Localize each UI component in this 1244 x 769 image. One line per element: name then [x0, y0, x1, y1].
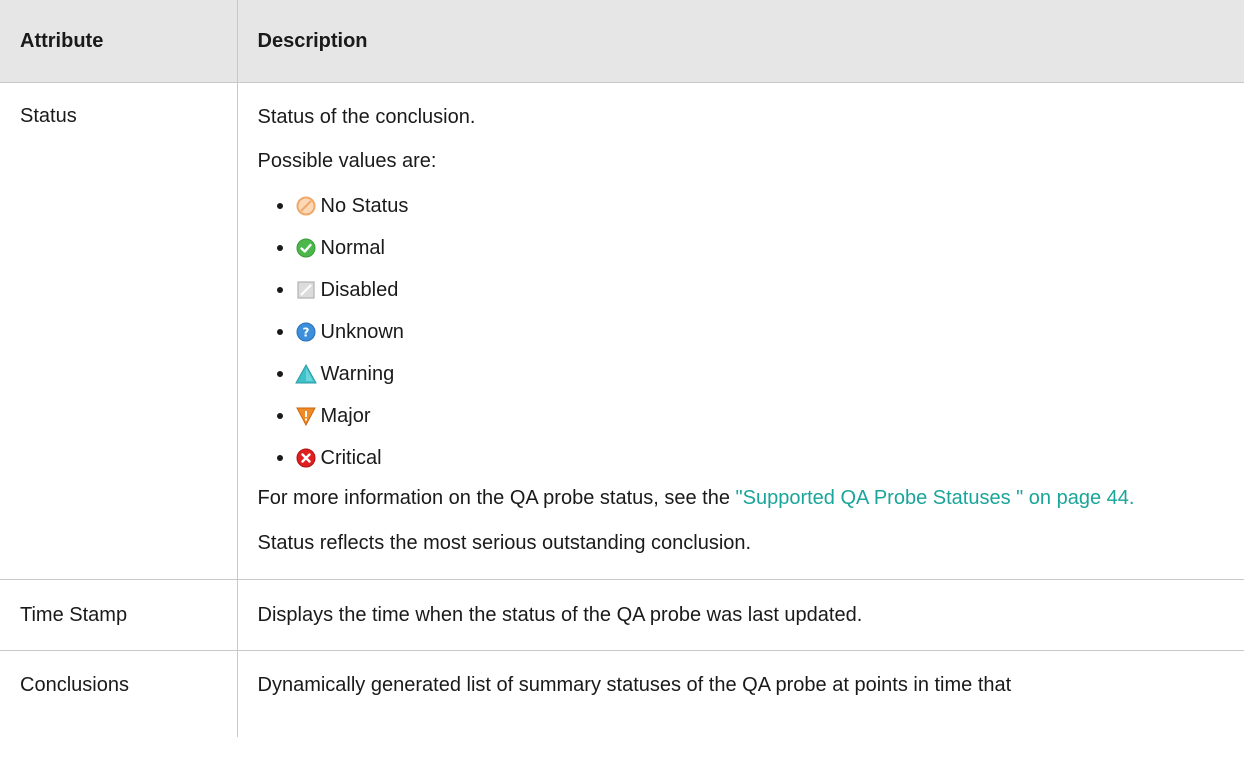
more-info-text: For more information on the QA probe sta… — [258, 485, 1227, 511]
attribute-cell: Time Stamp — [0, 579, 238, 651]
table-row: Time Stamp Displays the time when the st… — [0, 579, 1244, 651]
list-item: Warning — [276, 353, 1227, 395]
table-row: Status Status of the conclusion. Possibl… — [0, 82, 1244, 580]
description-cell: Dynamically generated list of summary st… — [257, 674, 1012, 696]
attribute-cell: Status — [0, 82, 238, 580]
major-icon — [295, 405, 317, 427]
description-cell: Displays the time when the status of the… — [237, 579, 1244, 651]
no-status-icon — [295, 195, 317, 217]
list-item: Normal — [276, 227, 1227, 269]
status-value-label: No Status — [320, 194, 409, 217]
possible-values-label: Possible values are: — [257, 150, 437, 172]
bullet — [276, 287, 283, 293]
critical-icon — [295, 447, 317, 469]
bullet — [276, 371, 283, 377]
description-cell: Status of the conclusion. Possible value… — [237, 82, 1244, 580]
bullet — [276, 413, 283, 419]
status-reflects-note: Status reflects the most serious outstan… — [257, 532, 752, 554]
status-value-label: Normal — [320, 236, 385, 259]
status-values-list: No Status Normal Disabled ? Unknown Warn… — [258, 185, 1227, 479]
status-value-label: Critical — [320, 446, 382, 469]
disabled-icon — [295, 279, 317, 301]
bullet — [276, 329, 283, 335]
list-item: ? Unknown — [276, 311, 1227, 353]
status-value-label: Major — [320, 404, 371, 427]
supported-statuses-link[interactable]: "Supported QA Probe Statuses " on page 4… — [736, 487, 1135, 509]
bullet — [276, 245, 283, 251]
bullet — [276, 455, 283, 461]
table-row: Conclusions Dynamically generated list o… — [0, 650, 1244, 737]
attribute-table: Attribute Description Status Status of t… — [0, 0, 1244, 737]
header-attribute: Attribute — [0, 0, 238, 83]
list-item: Major — [276, 395, 1227, 437]
status-value-label: Unknown — [320, 320, 404, 343]
list-item: Disabled — [276, 269, 1227, 311]
warning-icon — [294, 363, 317, 385]
more-info-prefix: For more information on the QA probe sta… — [257, 487, 736, 509]
bullet — [276, 203, 283, 209]
status-description: Status of the conclusion. — [257, 106, 476, 128]
svg-text:?: ? — [302, 326, 309, 340]
normal-icon — [295, 237, 317, 259]
status-value-label: Disabled — [320, 278, 399, 301]
list-item: Critical — [276, 437, 1227, 479]
unknown-icon: ? — [295, 321, 317, 343]
attribute-cell: Conclusions — [0, 650, 238, 737]
table-header-row: Attribute Description — [0, 0, 1244, 83]
header-description: Description — [237, 0, 1244, 83]
status-value-label: Warning — [320, 362, 395, 385]
list-item: No Status — [276, 185, 1227, 227]
